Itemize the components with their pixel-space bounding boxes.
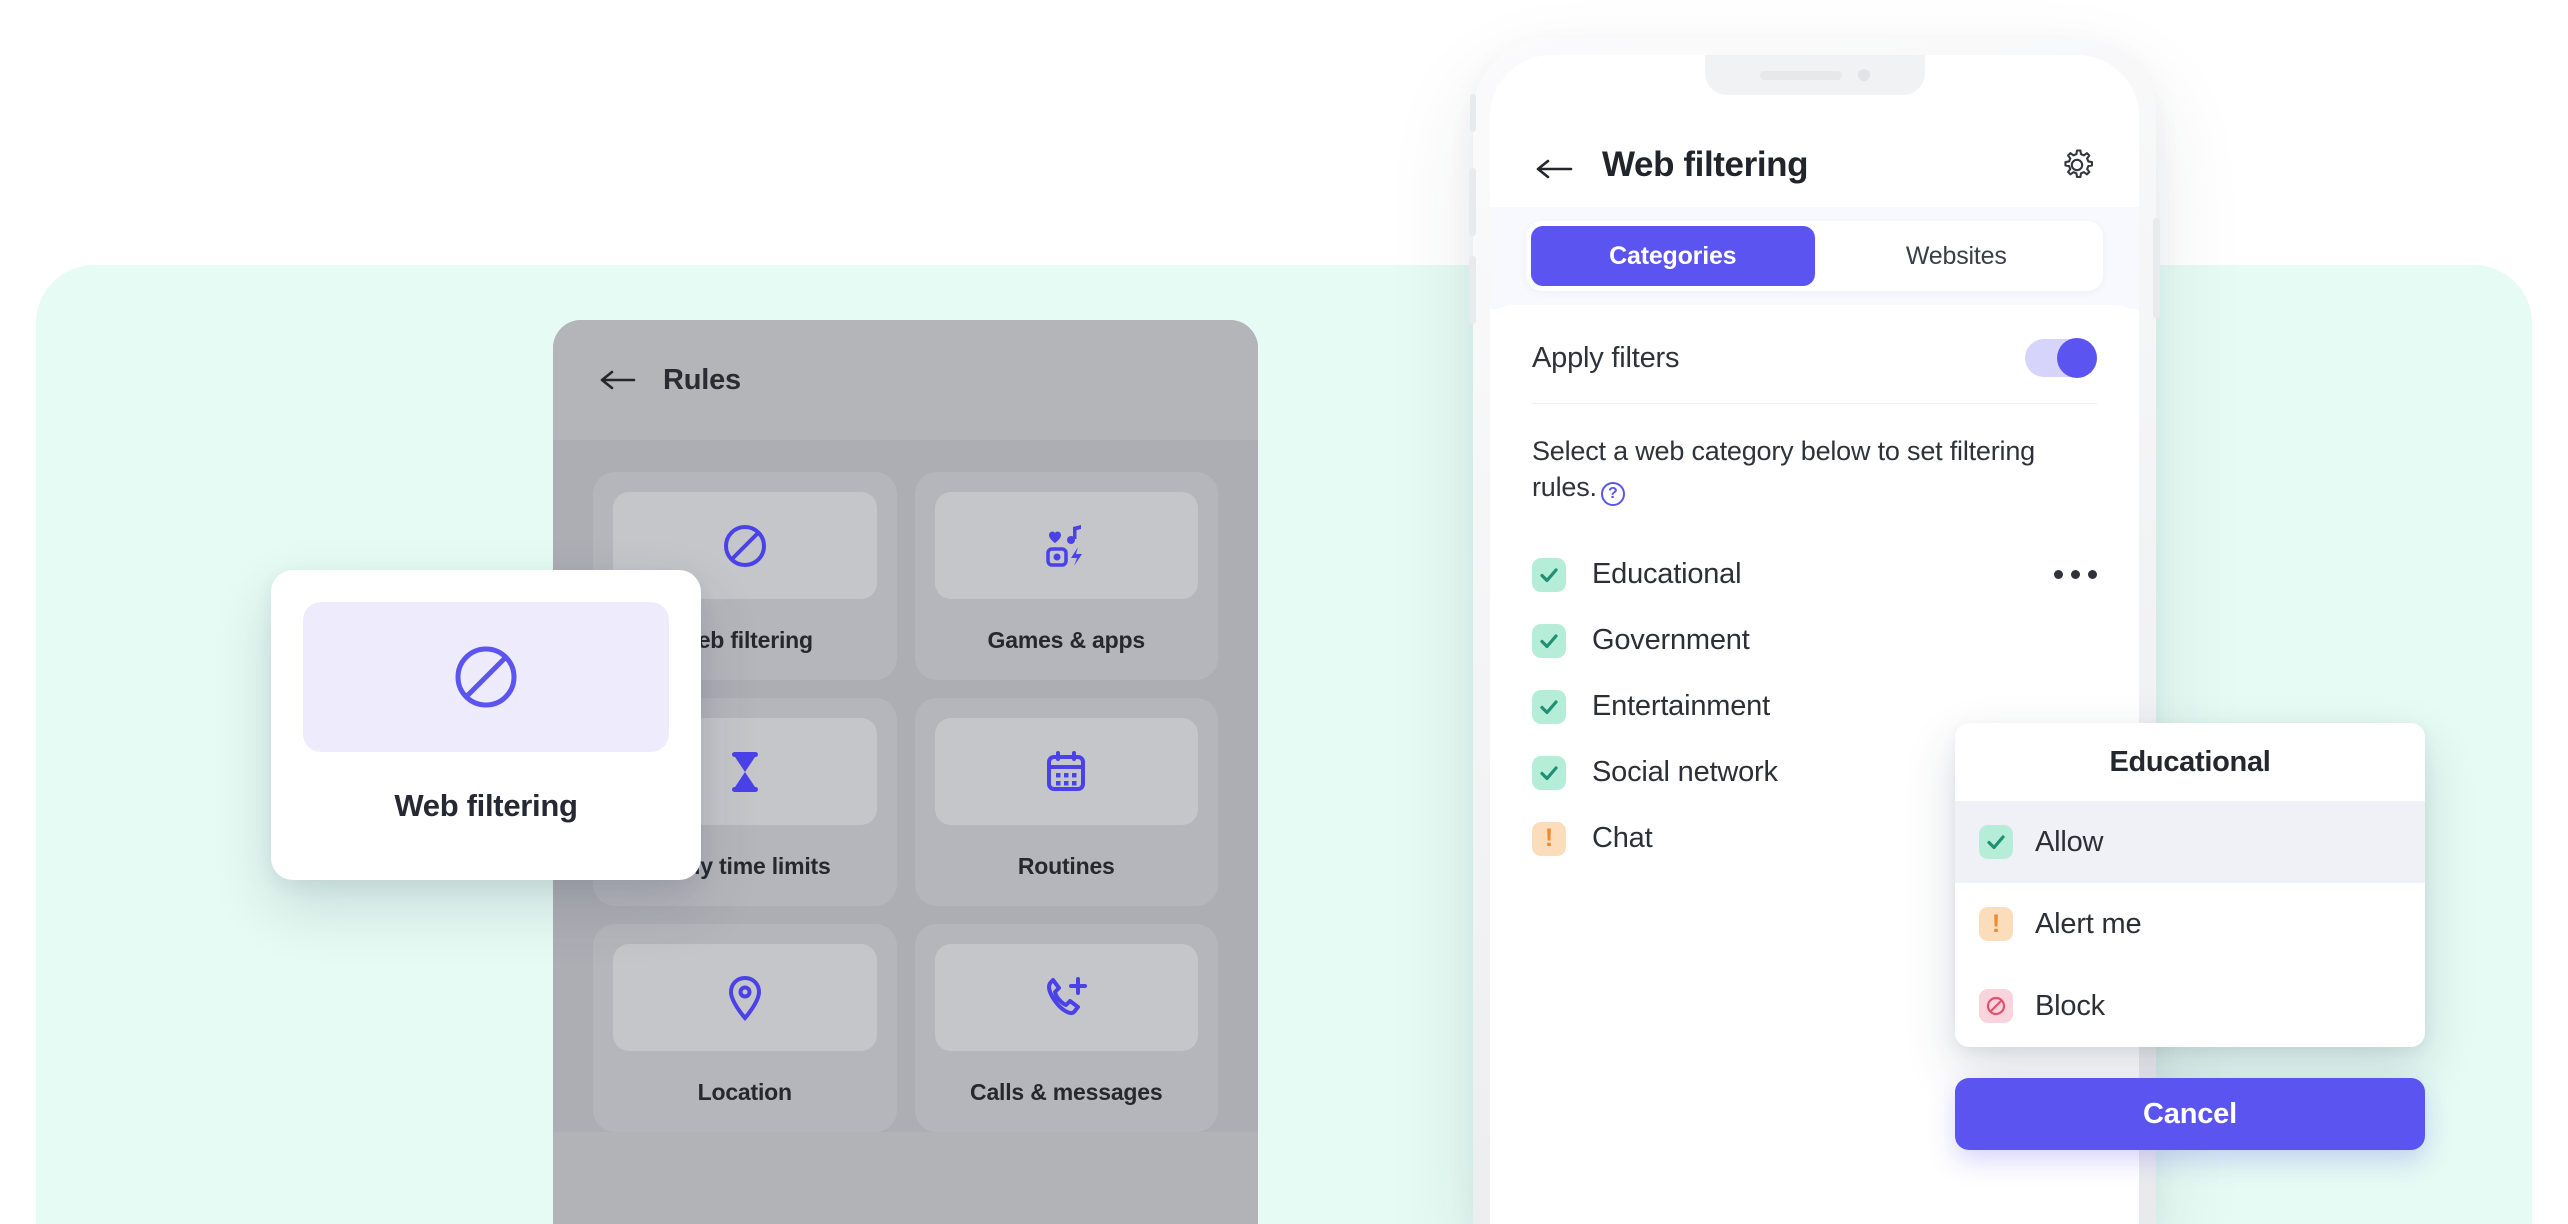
rule-card-label: Calls & messages (970, 1079, 1163, 1105)
status-allow-icon (1532, 689, 1566, 724)
exclamation-glyph: ! (1544, 824, 1554, 853)
phone-volume-up-button[interactable] (1469, 168, 1476, 236)
rule-card-label: Location (697, 1079, 792, 1105)
apply-filters-toggle[interactable] (2025, 338, 2097, 378)
question-mark-icon[interactable]: ? (1600, 481, 1625, 506)
category-action-popup: Educational Allow ! Alert me Block (1955, 723, 2425, 1047)
arrow-left-icon[interactable] (1532, 153, 1576, 185)
rule-card-label: Routines (1017, 853, 1115, 879)
popup-title: Educational (2109, 745, 2271, 778)
cancel-button[interactable]: Cancel (1955, 1078, 2425, 1150)
category-row-government[interactable]: Government (1532, 608, 2097, 674)
status-block-icon (1979, 989, 2013, 1023)
status-allow-icon (1532, 557, 1566, 592)
status-allow-icon (1532, 755, 1566, 790)
toggle-knob (2057, 338, 2097, 378)
apply-filters-row[interactable]: Apply filters (1532, 338, 2097, 404)
rule-card-location[interactable]: Location (593, 924, 897, 1132)
category-label: Educational (1592, 558, 1742, 591)
map-pin-icon (613, 944, 877, 1051)
status-alert-icon: ! (1979, 907, 2013, 941)
rules-header: Rules (553, 320, 1258, 440)
phone-volume-down-button[interactable] (1469, 256, 1476, 324)
phone-notch (1704, 55, 1925, 95)
front-camera (1857, 69, 1870, 81)
tab-bar: Categories Websites (1526, 221, 2103, 291)
page-title: Web filtering (1602, 145, 1809, 184)
gear-icon[interactable] (2057, 145, 2097, 185)
phone-power-button[interactable] (2153, 218, 2160, 318)
games-apps-icon (934, 492, 1198, 599)
category-hint: Select a web category below to set filte… (1532, 434, 2052, 506)
rule-card-routines[interactable]: Routines (914, 698, 1218, 906)
arrow-left-icon[interactable] (597, 365, 639, 395)
popup-option-label: Block (2035, 989, 2105, 1022)
screenshot-stage: Rules Web filtering Games & apps Daily t… (0, 0, 2568, 1224)
status-allow-icon (1979, 825, 2013, 859)
phone-plus-icon (934, 944, 1198, 1051)
earpiece-speaker (1759, 70, 1842, 80)
status-allow-icon (1532, 623, 1566, 658)
category-label: Government (1592, 624, 1750, 657)
rule-card-games-apps[interactable]: Games & apps (914, 472, 1218, 680)
phone-mute-switch[interactable] (1470, 94, 1476, 132)
category-label: Chat (1592, 822, 1653, 855)
exclamation-glyph: ! (1991, 909, 2001, 938)
popup-option-label: Allow (2035, 825, 2104, 858)
rules-title: Rules (663, 363, 741, 396)
apply-filters-label: Apply filters (1532, 341, 1680, 374)
tab-websites[interactable]: Websites (1815, 226, 2099, 286)
status-alert-icon: ! (1532, 821, 1566, 856)
popup-option-block[interactable]: Block (1955, 965, 2425, 1047)
calendar-icon (934, 718, 1198, 825)
rule-card-calls-messages[interactable]: Calls & messages (914, 924, 1218, 1132)
rule-card-label: Games & apps (987, 627, 1146, 653)
highlight-card-label: Web filtering (394, 788, 578, 823)
category-label: Entertainment (1592, 690, 1770, 723)
popup-option-allow[interactable]: Allow (1955, 801, 2425, 883)
block-circle-icon (303, 602, 669, 752)
web-filtering-highlight-card[interactable]: Web filtering (271, 570, 701, 880)
category-row-educational[interactable]: Educational (1532, 542, 2097, 608)
more-horizontal-icon[interactable] (2054, 570, 2097, 580)
popup-option-alert-me[interactable]: ! Alert me (1955, 883, 2425, 965)
phone-screen: Web filtering Categories Websites Apply … (1490, 55, 2139, 1224)
tab-categories[interactable]: Categories (1531, 226, 1815, 286)
popup-option-label: Alert me (2035, 907, 2142, 940)
tabs-container: Categories Websites (1490, 207, 2139, 309)
category-label: Social network (1592, 756, 1778, 789)
